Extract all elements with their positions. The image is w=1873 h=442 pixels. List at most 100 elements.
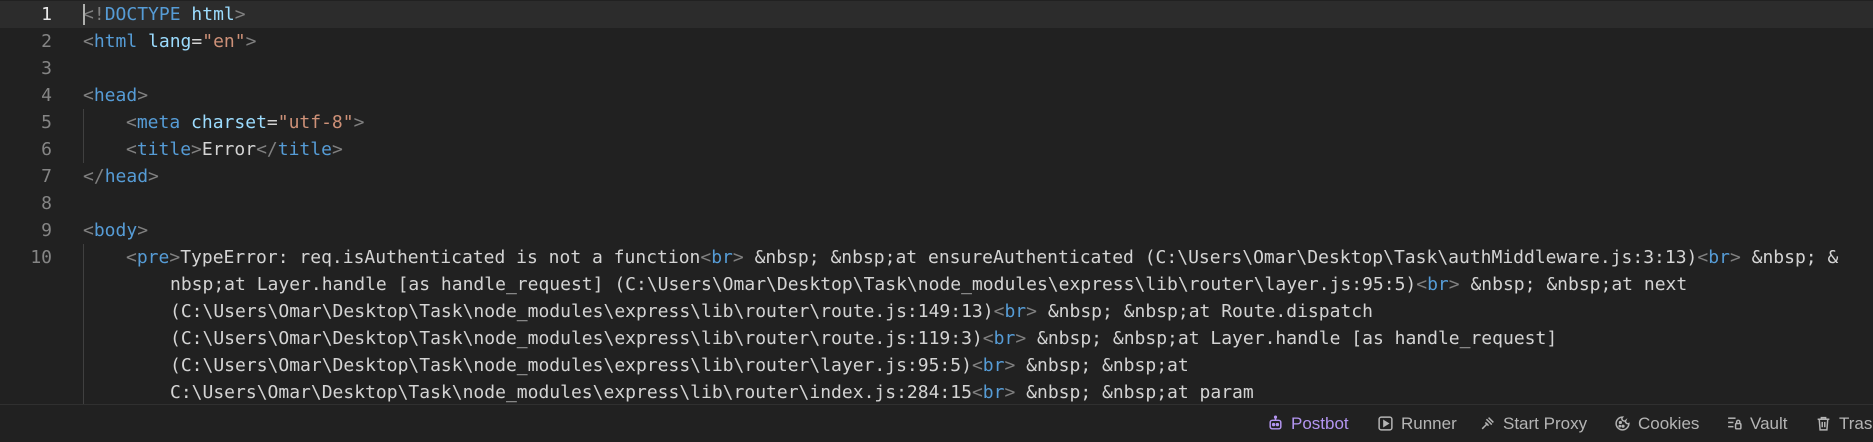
code-line-wrap[interactable]: (C:\Users\Omar\Desktop\Task\node_modules…: [0, 352, 1873, 379]
start-proxy-button[interactable]: Start Proxy: [1479, 405, 1587, 442]
code-token: =: [191, 31, 203, 52]
trash-button[interactable]: Trash: [1815, 405, 1873, 442]
status-bar: Postbot Runner Start Proxy Cookies Vault…: [0, 404, 1873, 442]
runner-button[interactable]: Runner: [1377, 405, 1457, 442]
code-line[interactable]: 1 <!DOCTYPE html>: [0, 1, 1873, 28]
code-line[interactable]: 10 <pre>TypeError: req.isAuthenticated is…: [0, 244, 1873, 271]
line-number: 2: [41, 31, 52, 52]
code-token: >: [1026, 301, 1037, 322]
code-token: >: [1015, 328, 1027, 349]
trash-label: Trash: [1839, 413, 1873, 433]
code-token: br: [982, 382, 1005, 403]
code-token: body: [93, 220, 138, 241]
code-text: (C:\Users\Omar\Desktop\Task\node_modules…: [170, 298, 1373, 325]
code-token: nbsp;at Layer.handle [as handle_request]…: [170, 274, 1417, 295]
code-token: =: [266, 112, 278, 133]
code-line[interactable]: 3: [0, 55, 1873, 82]
runner-icon: [1378, 416, 1393, 431]
vault-label: Vault: [1750, 413, 1788, 433]
code-editor[interactable]: 1 <!DOCTYPE html> 2 <html lang="en"> 3 4 <head…: [0, 0, 1873, 404]
code-token: charset: [191, 112, 267, 133]
code-line-wrap[interactable]: C:\Users\Omar\Desktop\Task\node_modules\…: [0, 379, 1873, 404]
code-text: </head>: [83, 163, 159, 190]
vault-button[interactable]: Vault: [1726, 405, 1788, 442]
code-token: lang: [148, 31, 192, 52]
code-token: >: [1004, 355, 1016, 376]
code-token: pre: [136, 247, 170, 268]
code-token: "en": [202, 31, 246, 52]
postbot-button[interactable]: Postbot: [1267, 405, 1349, 442]
code-text: <title>Error</title>: [126, 136, 343, 163]
code-line[interactable]: 8: [0, 190, 1873, 217]
code-token: <: [982, 328, 994, 349]
code-text: <!DOCTYPE html>: [83, 1, 246, 28]
code-token: &nbsp; &nbsp;at Layer.handle [as handle_…: [1026, 328, 1558, 349]
code-token: br: [993, 328, 1016, 349]
code-line[interactable]: 6 <title>Error</title>: [0, 136, 1873, 163]
code-token: <: [126, 112, 137, 133]
code-token: br: [1427, 274, 1449, 295]
code-line[interactable]: 4 <head>: [0, 82, 1873, 109]
cookies-button[interactable]: Cookies: [1614, 405, 1699, 442]
code-token: >: [148, 166, 159, 187]
code-token: >: [137, 85, 149, 106]
code-token: html: [93, 31, 138, 52]
line-number: 5: [41, 112, 52, 133]
code-token: >: [1729, 247, 1741, 268]
code-token: title: [136, 139, 192, 160]
code-token: (C:\Users\Omar\Desktop\Task\node_modules…: [170, 355, 972, 376]
code-line[interactable]: 7 </head>: [0, 163, 1873, 190]
start-proxy-label: Start Proxy: [1503, 413, 1588, 433]
postbot-icon: [1269, 415, 1282, 430]
code-token: <: [126, 139, 137, 160]
code-line-wrap[interactable]: (C:\Users\Omar\Desktop\Task\node_modules…: [0, 325, 1873, 352]
code-token: &nbsp; &nbsp;at Route.dispatch: [1036, 301, 1373, 322]
trash-icon: [1817, 416, 1830, 431]
code-token: <: [126, 247, 137, 268]
line-number: 9: [41, 220, 52, 241]
code-token: "utf-8": [277, 112, 354, 133]
code-token: br: [711, 247, 733, 268]
cookies-label: Cookies: [1638, 413, 1700, 433]
code-text: (C:\Users\Omar\Desktop\Task\node_modules…: [170, 325, 1557, 352]
code-text: <pre>TypeError: req.isAuthenticated is n…: [126, 244, 1838, 271]
code-token: <: [993, 301, 1005, 322]
code-token: Error: [201, 139, 257, 160]
code-token: >: [137, 220, 149, 241]
code-token: TypeError: req.isAuthenticated is not a …: [180, 247, 701, 268]
line-number: 3: [41, 58, 52, 79]
line-number: 4: [41, 85, 52, 106]
code-token: <: [83, 220, 94, 241]
line-number: 1: [41, 4, 52, 25]
code-token: &nbsp; &nbsp;at param: [1015, 382, 1254, 403]
indent-guide: [83, 244, 84, 404]
code-token: html: [191, 4, 235, 25]
code-token: <: [83, 31, 94, 52]
line-number: 6: [41, 139, 52, 160]
indent-guide: [83, 109, 84, 163]
code-line-wrap[interactable]: (C:\Users\Omar\Desktop\Task\node_modules…: [0, 298, 1873, 325]
code-line[interactable]: 9 <body>: [0, 217, 1873, 244]
line-number: 8: [41, 193, 52, 214]
code-token: <: [1697, 247, 1709, 268]
line-number: 7: [41, 166, 52, 187]
code-text: nbsp;at Layer.handle [as handle_request]…: [170, 271, 1687, 298]
code-token: >: [732, 247, 744, 268]
code-token: >: [169, 247, 181, 268]
text-cursor: [83, 4, 85, 25]
code-token: br: [982, 355, 1005, 376]
code-line[interactable]: 5 <meta charset="utf-8">: [0, 109, 1873, 136]
code-token: C:\Users\Omar\Desktop\Task\node_modules\…: [170, 382, 972, 403]
code-token: <: [971, 355, 983, 376]
code-token: <: [700, 247, 712, 268]
code-line[interactable]: 2 <html lang="en">: [0, 28, 1873, 55]
code-token: >: [191, 139, 202, 160]
code-token: <: [1416, 274, 1428, 295]
proxy-icon: [1481, 417, 1494, 430]
code-line-wrap[interactable]: nbsp;at Layer.handle [as handle_request]…: [0, 271, 1873, 298]
code-token: >: [331, 139, 343, 160]
code-token: <!: [83, 4, 105, 25]
code-text: <html lang="en">: [83, 28, 256, 55]
